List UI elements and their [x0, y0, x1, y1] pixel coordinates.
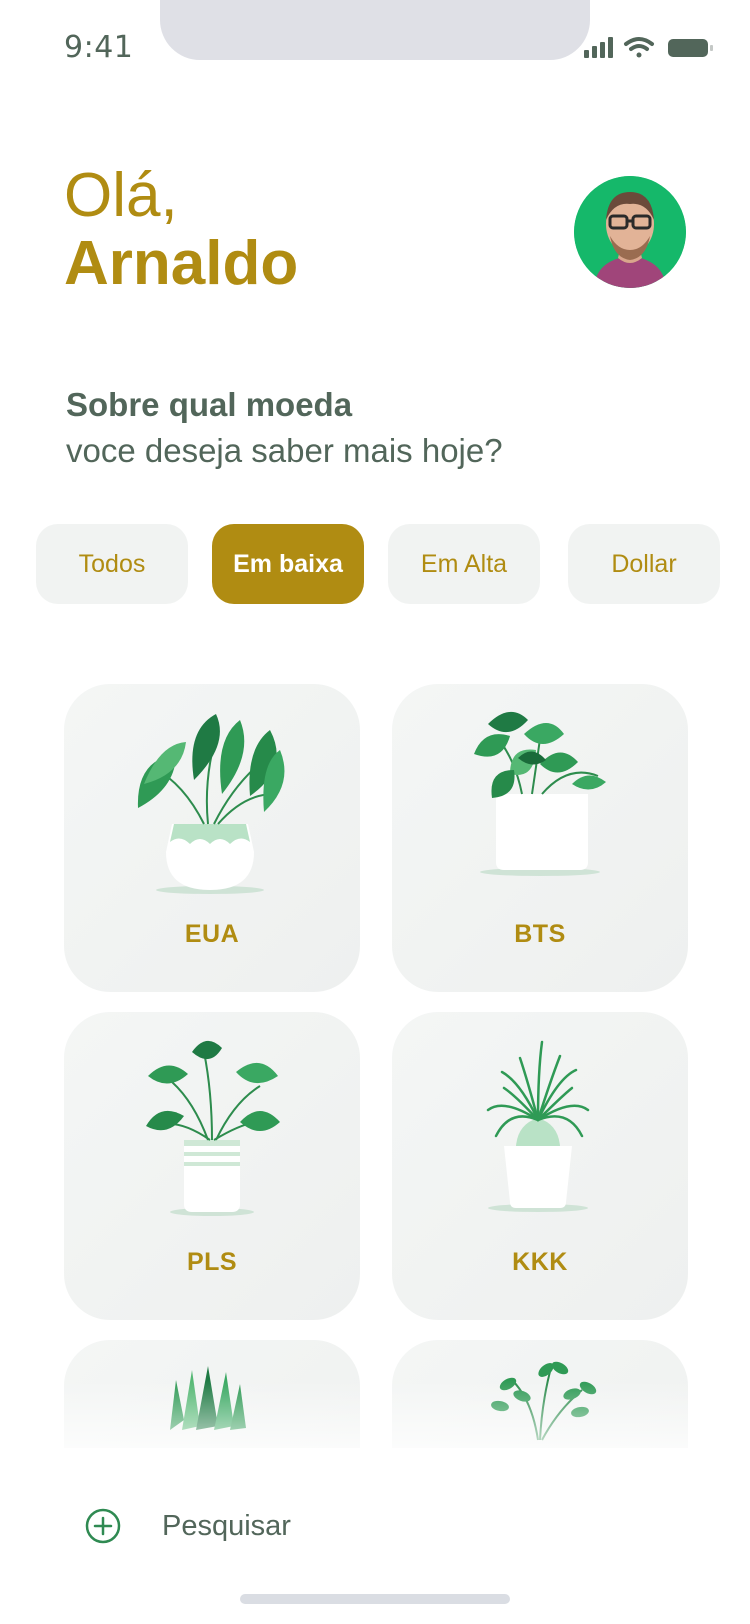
status-time: 9:41 [64, 30, 134, 65]
currency-card[interactable]: EUA [64, 684, 360, 992]
search-label: Pesquisar [162, 1509, 291, 1542]
avatar[interactable] [574, 176, 686, 288]
card-label: EUA [184, 920, 240, 948]
filter-chip-em-baixa[interactable]: Em baixa [212, 524, 364, 604]
card-label: KKK [512, 1248, 568, 1276]
plant-monstera-icon [146, 1040, 280, 1216]
plant-ponytail-palm-icon [486, 1040, 590, 1212]
battery-icon [668, 39, 713, 57]
search-button[interactable]: Pesquisar [84, 1504, 291, 1548]
question-title: Sobre qual moeda [66, 386, 353, 423]
home-indicator [240, 1594, 510, 1604]
card-label: BTS [514, 920, 566, 948]
status-icons [584, 37, 713, 58]
user-portrait-icon [574, 176, 686, 288]
bottom-bar: Pesquisar [0, 1448, 750, 1624]
question-subtitle: voce deseja saber mais hoje? [66, 432, 503, 469]
currency-card[interactable]: PLS [64, 1012, 360, 1320]
cellular-signal-icon [584, 37, 613, 58]
filter-chip-todos[interactable]: Todos [36, 524, 188, 604]
plant-calathea-icon [137, 714, 285, 894]
filter-chip-em-alta[interactable]: Em Alta [388, 524, 540, 604]
filter-chip-dollar[interactable]: Dollar [568, 524, 720, 604]
wifi-icon [624, 37, 654, 58]
device-notch [160, 0, 590, 60]
currency-card[interactable]: BTS [392, 684, 688, 992]
scroll-fade [0, 1380, 750, 1450]
card-label: PLS [186, 1248, 238, 1276]
plant-pothos-icon [474, 711, 606, 876]
greeting-hello: Olá, [64, 161, 178, 230]
greeting-name: Arnaldo [64, 229, 299, 298]
currency-card[interactable]: KKK [392, 1012, 688, 1320]
plus-circle-icon [85, 1508, 121, 1544]
